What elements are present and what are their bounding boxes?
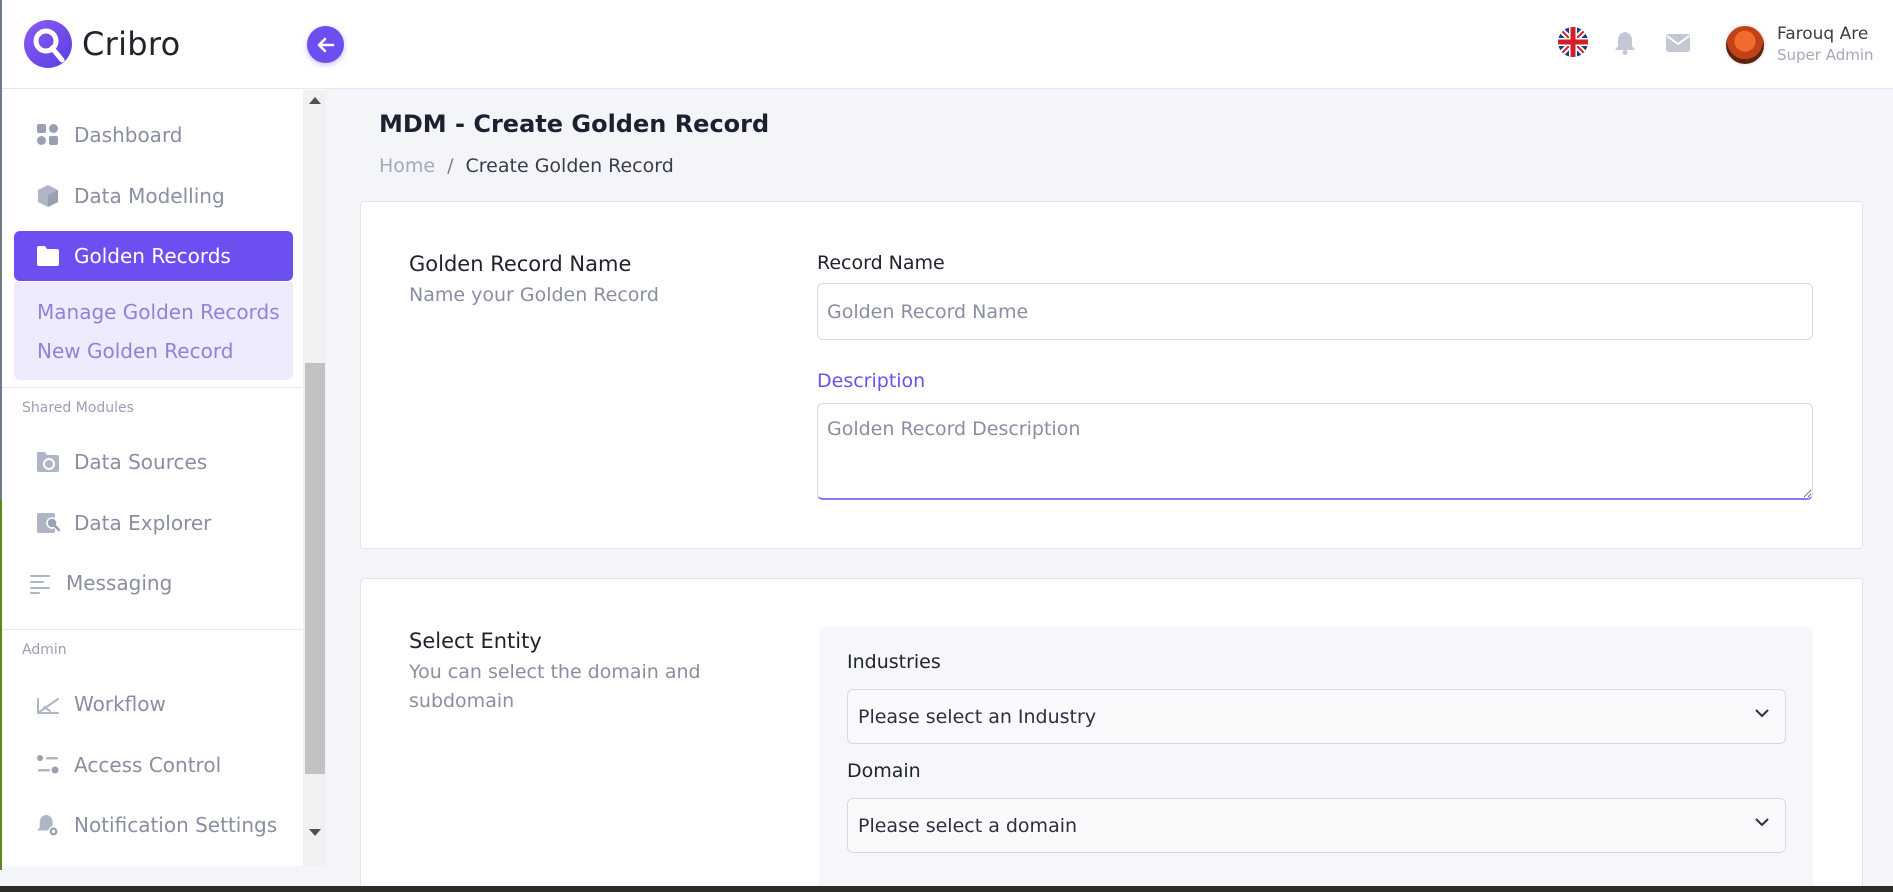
sidebar-item-label: Data Modelling bbox=[74, 184, 225, 208]
cube-icon bbox=[36, 184, 60, 208]
domain-select[interactable]: Please select a domain bbox=[847, 798, 1786, 853]
industries-select[interactable]: Please select an Industry bbox=[847, 689, 1786, 744]
user-name[interactable]: Farouq Are bbox=[1777, 24, 1868, 44]
sidebar-item-label: Data Explorer bbox=[74, 511, 212, 535]
sidebar-item-label: Data Sources bbox=[74, 450, 208, 474]
description-textarea[interactable] bbox=[817, 403, 1813, 500]
select-entity-card: Select Entity You can select the domain … bbox=[360, 578, 1863, 892]
record-name-label: Record Name bbox=[817, 252, 945, 274]
sidebar-item-data-explorer[interactable]: Data Explorer bbox=[14, 498, 293, 548]
user-role: Super Admin bbox=[1777, 46, 1874, 64]
uk-flag-icon[interactable] bbox=[1558, 27, 1588, 57]
sidebar-scrollbar[interactable] bbox=[303, 90, 326, 866]
domain-select-value: Please select a domain bbox=[858, 814, 1078, 837]
workflow-icon bbox=[36, 692, 60, 716]
section-label-admin: Admin bbox=[22, 642, 67, 658]
golden-records-submenu: Manage Golden Records New Golden Record bbox=[14, 282, 293, 380]
top-bar: Farouq Are Super Admin bbox=[326, 0, 1893, 89]
golden-record-name-card: Golden Record Name Name your Golden Reco… bbox=[360, 201, 1863, 549]
sidebar-item-label: Dashboard bbox=[74, 123, 183, 147]
cribro-logo-icon bbox=[24, 20, 72, 68]
notification-settings-icon bbox=[36, 813, 60, 837]
domain-label: Domain bbox=[847, 760, 921, 782]
sidebar-item-label: Messaging bbox=[66, 571, 173, 595]
bell-icon[interactable] bbox=[1614, 31, 1636, 59]
sidebar-nav: Dashboard Data Modelling Golden Records … bbox=[2, 90, 302, 866]
dashboard-icon bbox=[36, 123, 60, 147]
sidebar-item-messaging[interactable]: Messaging bbox=[14, 558, 293, 608]
section-subtitle: Name your Golden Record bbox=[409, 284, 659, 306]
divider bbox=[2, 629, 302, 630]
chevron-down-icon bbox=[1755, 818, 1769, 827]
sidebar-item-label: Golden Records bbox=[74, 244, 231, 268]
sidebar-item-notification-settings[interactable]: Notification Settings bbox=[14, 800, 293, 850]
submenu-new-golden-record[interactable]: New Golden Record bbox=[37, 339, 233, 363]
section-subtitle: You can select the domain and subdomain bbox=[409, 661, 701, 712]
record-name-input[interactable] bbox=[817, 283, 1813, 340]
section-title: Golden Record Name bbox=[409, 252, 632, 276]
sidebar-item-label: Workflow bbox=[74, 692, 166, 716]
sidebar-item-workflow[interactable]: Workflow bbox=[14, 679, 293, 729]
entity-selection-panel: Industries Please select an Industry Dom… bbox=[819, 627, 1813, 892]
avatar[interactable] bbox=[1724, 24, 1766, 66]
divider bbox=[2, 387, 302, 388]
sidebar-item-golden-records[interactable]: Golden Records bbox=[14, 231, 293, 281]
industries-select-value: Please select an Industry bbox=[858, 705, 1097, 728]
section-label-shared-modules: Shared Modules bbox=[22, 400, 134, 416]
brand-name: Cribro bbox=[82, 25, 181, 63]
data-explorer-icon bbox=[36, 511, 60, 535]
scroll-up-arrow-icon[interactable] bbox=[309, 97, 321, 104]
sidebar-collapse-button[interactable] bbox=[307, 26, 344, 63]
access-control-icon bbox=[36, 753, 60, 777]
breadcrumb-current: Create Golden Record bbox=[465, 155, 674, 177]
sidebar-item-dashboard[interactable]: Dashboard bbox=[14, 110, 293, 160]
breadcrumb-separator: / bbox=[447, 155, 454, 177]
submenu-manage-golden-records[interactable]: Manage Golden Records bbox=[37, 300, 280, 324]
mail-icon[interactable] bbox=[1665, 33, 1691, 57]
scroll-down-arrow-icon[interactable] bbox=[309, 829, 321, 836]
folder-icon bbox=[36, 244, 60, 268]
chevron-down-icon bbox=[1755, 709, 1769, 718]
scrollbar-thumb[interactable] bbox=[305, 363, 325, 774]
arrow-left-icon bbox=[317, 37, 334, 52]
sidebar-item-label: Notification Settings bbox=[74, 813, 278, 837]
sidebar-item-data-sources[interactable]: Data Sources bbox=[14, 437, 293, 487]
sidebar-item-label: Access Control bbox=[74, 753, 222, 777]
breadcrumb: Home / Create Golden Record bbox=[379, 155, 674, 177]
page-title: MDM - Create Golden Record bbox=[379, 110, 770, 138]
sidebar-item-data-modelling[interactable]: Data Modelling bbox=[14, 171, 293, 221]
brand: Cribro bbox=[2, 0, 326, 89]
desktop-edge bbox=[0, 500, 2, 870]
data-sources-icon bbox=[36, 450, 60, 474]
section-title: Select Entity bbox=[409, 629, 542, 653]
messaging-icon bbox=[28, 571, 52, 595]
sidebar-item-access-control[interactable]: Access Control bbox=[14, 740, 293, 790]
description-label: Description bbox=[817, 370, 926, 392]
industries-label: Industries bbox=[847, 651, 941, 673]
taskbar-strip bbox=[0, 886, 1893, 892]
breadcrumb-home-link[interactable]: Home bbox=[379, 155, 435, 177]
sidebar: Cribro Dashboard Data Modelling Golden R… bbox=[0, 0, 326, 866]
